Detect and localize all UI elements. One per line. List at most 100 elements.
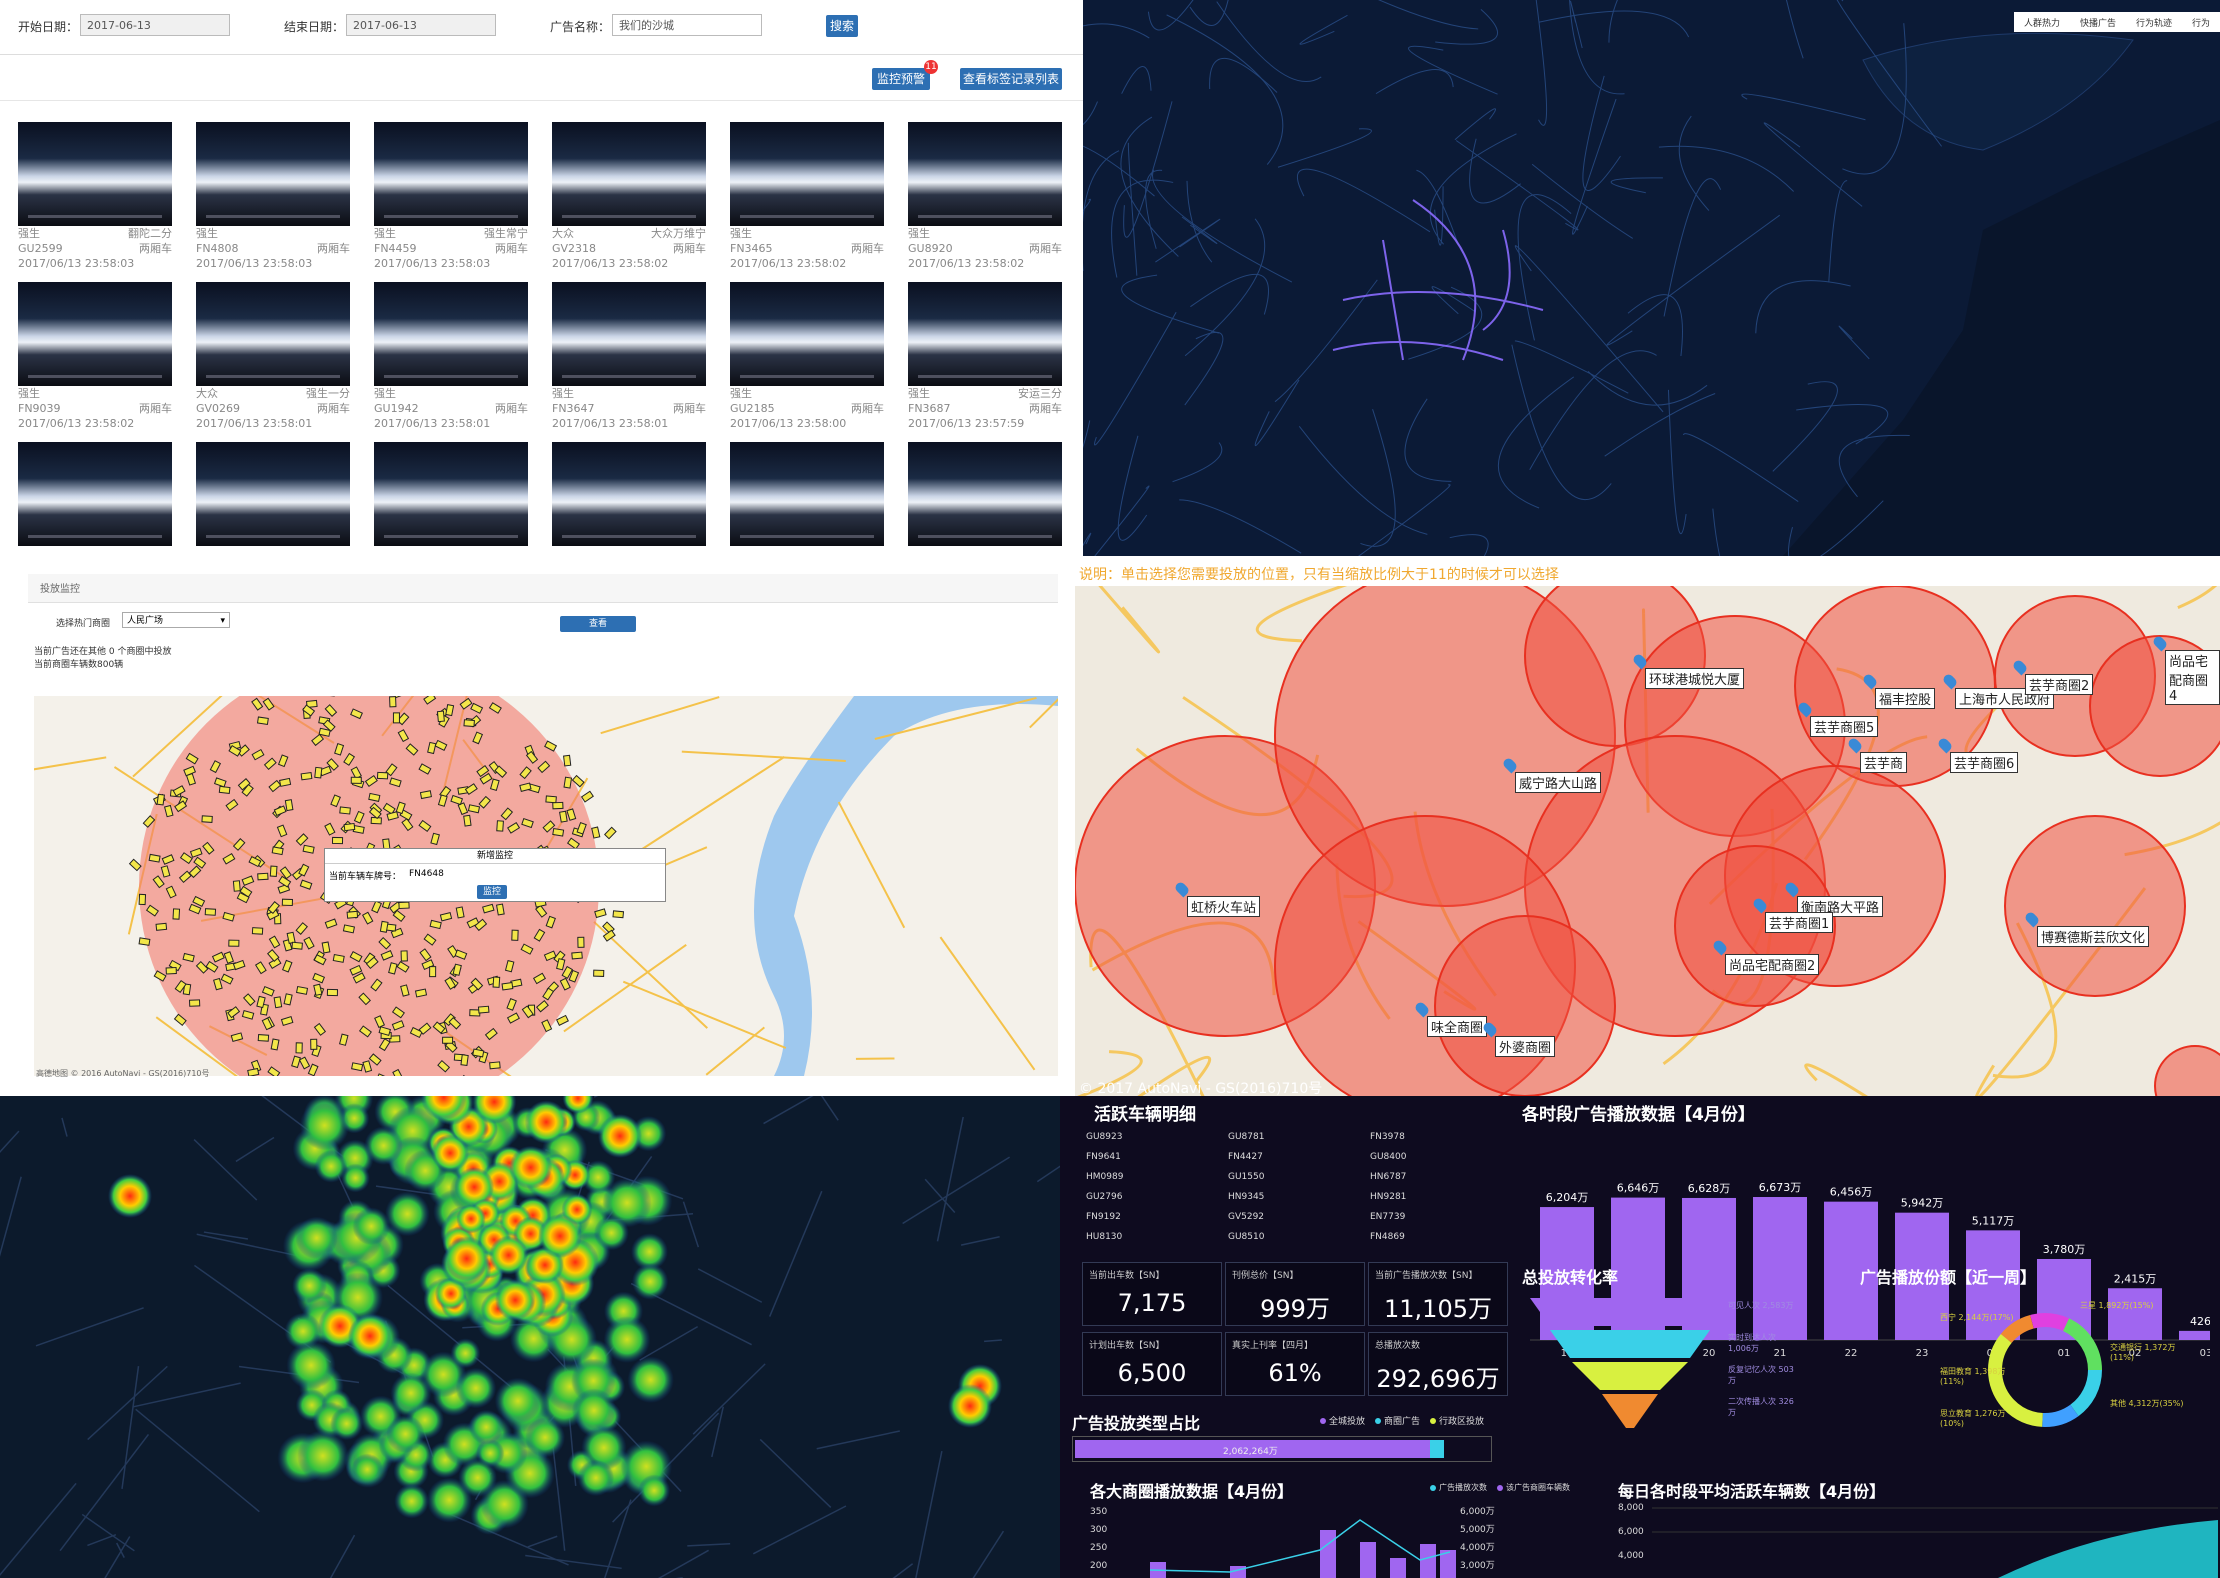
thumb-type: 两厢车 (317, 402, 350, 415)
road-map-panel[interactable]: 人群热力 快播广告 行为轨迹 行为 (1083, 0, 2220, 556)
dashcam-thumbnail[interactable] (18, 442, 172, 546)
tab-track[interactable]: 行为轨迹 (2126, 12, 2182, 32)
taxi-marker (463, 814, 472, 827)
vehicle-plate: FN4427 (1228, 1152, 1263, 1162)
ad-type-legend: 全城投放 商圈广告 行政区投放 (1320, 1414, 1484, 1427)
start-date-input[interactable]: 2017-06-13 (80, 14, 230, 36)
dashcam-thumbnail[interactable]: 强生 FN9039 两厢车 2017/06/13 23:58:02 (18, 282, 172, 431)
ad-type-value: 2,062,264万 (1223, 1447, 1278, 1457)
thumbnail-meta: 强生 GU8920 两厢车 2017/06/13 23:58:02 (908, 226, 1062, 271)
thumb-tag: 强生一分 (306, 387, 350, 400)
taxi-marker (251, 927, 264, 935)
district-label: 芸芋商圈5 (1810, 716, 1879, 737)
section-title: 投放监控 (40, 584, 80, 595)
district-label: 芸芋商圈2 (2025, 674, 2094, 695)
taxi-marker (342, 924, 356, 934)
popup-title: 新增监控 (325, 849, 665, 864)
tab-behavior[interactable]: 行为 (2182, 12, 2220, 32)
info-vehicle-count: 当前商圈车辆数800辆 (34, 660, 124, 670)
taxi-marker (612, 910, 625, 919)
thumb-brand: 强生 (374, 227, 396, 240)
district-select-value: 人民广场 (127, 616, 164, 626)
thumb-brand: 强生 (730, 227, 752, 240)
district-select[interactable]: 人民广场 ▾ (122, 612, 230, 628)
dashcam-image (196, 122, 350, 226)
dashcam-thumbnail[interactable]: 强生 GU8920 两厢车 2017/06/13 23:58:02 (908, 122, 1062, 271)
vehicle-plate: FN9192 (1086, 1212, 1121, 1222)
dashcam-image (730, 442, 884, 546)
y2-tick: 4,000万 (1460, 1543, 1495, 1553)
query-button[interactable]: 查看 (560, 616, 636, 632)
search-button[interactable]: 搜索 (826, 15, 858, 37)
dashcam-thumbnail[interactable]: 强生 安运三分 FN3687 两厢车 2017/06/13 23:57:59 (908, 282, 1062, 431)
taxi-marker (284, 799, 294, 812)
dashcam-thumbnail[interactable]: 强生 FN3465 两厢车 2017/06/13 23:58:02 (730, 122, 884, 271)
taxi-marker (442, 1036, 454, 1044)
dashcam-thumbnail[interactable] (730, 442, 884, 546)
road-network-map[interactable] (1083, 0, 2220, 556)
daily-area-chart: 8,000 6,000 4,000 (1618, 1503, 2218, 1578)
daily-chart-title: 每日各时段平均活跃车辆数【4月份】 (1618, 1482, 1886, 1501)
thumb-plate: GU1942 (374, 402, 419, 415)
kpi-card: 总播放次数 292,696万 (1368, 1332, 1508, 1396)
thumb-brand: 强生 (908, 227, 930, 240)
tab-ad-play[interactable]: 快播广告 (2070, 12, 2126, 32)
dashcam-image (908, 282, 1062, 386)
heat-map-panel[interactable] (0, 1096, 1060, 1578)
monitor-button[interactable]: 监控 (477, 885, 507, 899)
dashcam-image (730, 122, 884, 226)
dashcam-thumbnail[interactable] (552, 442, 706, 546)
dashcam-thumbnail[interactable] (196, 442, 350, 546)
add-monitor-popup: 新增监控 当前车辆车牌号： FN4648 监控 (324, 848, 666, 902)
placement-circle (1434, 915, 1616, 1096)
legend-dot (1497, 1484, 1503, 1491)
taxi-marker (138, 937, 151, 946)
thumbnail-meta: 强生 GU1942 两厢车 2017/06/13 23:58:01 (374, 386, 528, 431)
end-date-input[interactable]: 2017-06-13 (346, 14, 496, 36)
tab-crowd-heat[interactable]: 人群热力 (2014, 12, 2070, 32)
legend-text: 行政区投放 (1439, 1417, 1485, 1427)
taxi-marker (398, 901, 410, 910)
placement-map-panel[interactable]: 说明：单击选择您需要投放的位置，只有当缩放比例大于11的时候才可以选择 环球港城… (1075, 556, 2220, 1096)
district-label: 外婆商圈 (1495, 1036, 1556, 1057)
ad-name-input[interactable]: 我们的沙城 (612, 14, 762, 36)
dashcam-thumbnail[interactable]: 强生 强生常宁 FN4459 两厢车 2017/06/13 23:58:03 (374, 122, 528, 271)
taxi-marker (571, 951, 583, 960)
taxi-marker (496, 820, 504, 832)
district-bar (1360, 1542, 1376, 1578)
legend-item: 商圈广告 (1375, 1414, 1420, 1427)
y-tick: 350 (1090, 1507, 1107, 1517)
map-credit: 高德地图 © 2016 AutoNavi - GS(2016)710号 (36, 1069, 210, 1078)
taxi-marker (495, 903, 505, 916)
dashcam-thumbnail[interactable] (374, 442, 528, 546)
heat-map[interactable] (0, 1096, 1060, 1578)
dashcam-thumbnail[interactable]: 大众 大众万维宁 GV2318 两厢车 2017/06/13 23:58:02 (552, 122, 706, 271)
popup-plate-value: FN4648 (409, 869, 444, 879)
placement-map[interactable] (1075, 586, 2220, 1096)
taxi-marker (445, 704, 455, 717)
dashcam-thumbnail[interactable]: 强生 FN3647 两厢车 2017/06/13 23:58:01 (552, 282, 706, 431)
dashcam-thumbnail[interactable]: 强生 GU1942 两厢车 2017/06/13 23:58:01 (374, 282, 528, 431)
dashcam-thumbnail[interactable]: 强生 翻陀二分 GU2599 两厢车 2017/06/13 23:58:03 (18, 122, 172, 271)
placement-circle (2004, 815, 2186, 997)
dashcam-thumbnail[interactable]: 强生 FN4808 两厢车 2017/06/13 23:58:03 (196, 122, 350, 271)
taxi-marker (155, 922, 168, 931)
dashcam-thumbnail[interactable] (908, 442, 1062, 546)
thumb-time: 2017/06/13 23:57:59 (908, 417, 1025, 430)
dashcam-image (552, 122, 706, 226)
dashcam-image (374, 282, 528, 386)
thumb-type: 两厢车 (851, 402, 884, 415)
dashcam-thumbnail[interactable]: 强生 GU2185 两厢车 2017/06/13 23:58:00 (730, 282, 884, 431)
legend-item: 全城投放 (1320, 1414, 1365, 1427)
thumbnail-meta: 强生 FN9039 两厢车 2017/06/13 23:58:02 (18, 386, 172, 431)
map-mode-tabs: 人群热力 快播广告 行为轨迹 行为 (2013, 12, 2220, 32)
bar-value-label: 6,204万 (1546, 1191, 1589, 1204)
vehicle-plate: GU8510 (1228, 1232, 1265, 1242)
view-log-button[interactable]: 查看标签记录列表 (960, 68, 1062, 90)
dashcam-thumbnail[interactable]: 大众 强生一分 GV0269 两厢车 2017/06/13 23:58:01 (196, 282, 350, 431)
alert-button[interactable]: 监控预警 (872, 68, 930, 90)
kpi-card: 当前广告播放次数【SN】 11,105万 (1368, 1262, 1508, 1326)
bar-value-label: 5,117万 (1972, 1214, 2015, 1227)
taxi-marker (455, 906, 465, 919)
taxi-marker (376, 771, 389, 780)
